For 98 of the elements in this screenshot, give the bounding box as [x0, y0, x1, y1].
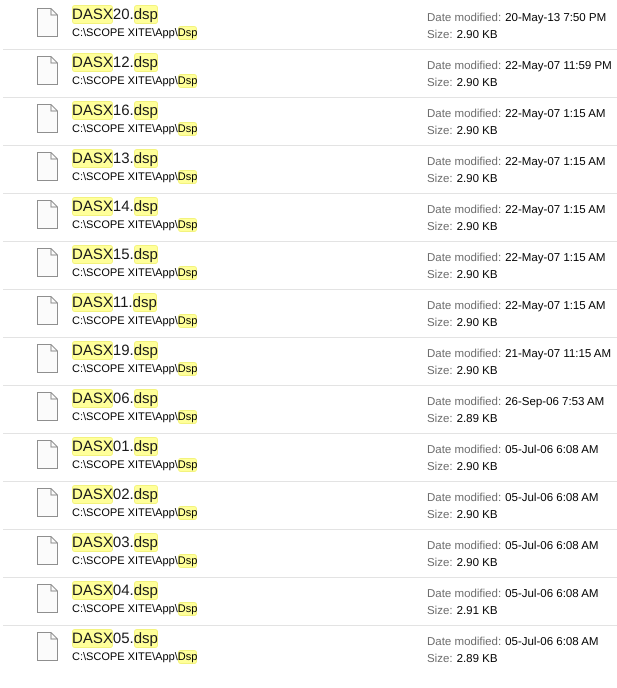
date-modified-value: 21-May-07 11:15 AM	[505, 347, 612, 362]
document-icon	[37, 392, 58, 421]
size-value: 2.90 KB	[456, 172, 498, 187]
size-label: Size:	[427, 412, 453, 427]
file-name: DASX14.dsp	[72, 197, 158, 217]
file-path: C:\SCOPE XITE\App\Dsp	[72, 361, 198, 377]
file-path: C:\SCOPE XITE\App\Dsp	[72, 409, 198, 425]
date-modified-label: Date modified:	[427, 491, 502, 506]
file-path: C:\SCOPE XITE\App\Dsp	[72, 505, 198, 521]
file-path: C:\SCOPE XITE\App\Dsp	[72, 121, 198, 137]
file-name: DASX19.dsp	[72, 341, 158, 361]
size-value: 2.90 KB	[456, 268, 498, 283]
date-modified-value: 05-Jul-06 6:08 AM	[505, 635, 598, 650]
file-name: DASX16.dsp	[72, 101, 158, 121]
document-icon	[37, 56, 58, 85]
date-modified-label: Date modified:	[427, 11, 502, 26]
size-value: 2.90 KB	[456, 76, 498, 91]
file-path: C:\SCOPE XITE\App\Dsp	[72, 457, 198, 473]
file-name: DASX20.dsp	[72, 5, 158, 25]
file-path: C:\SCOPE XITE\App\Dsp	[72, 649, 198, 665]
size-label: Size:	[427, 316, 453, 331]
date-modified-value: 22-May-07 1:15 AM	[505, 251, 606, 266]
file-path: C:\SCOPE XITE\App\Dsp	[72, 553, 198, 569]
file-path: C:\SCOPE XITE\App\Dsp	[72, 169, 198, 185]
size-label: Size:	[427, 172, 453, 187]
file-path: C:\SCOPE XITE\App\Dsp	[72, 73, 198, 89]
date-modified-value: 20-May-13 7:50 PM	[505, 11, 606, 26]
file-path: C:\SCOPE XITE\App\Dsp	[72, 601, 198, 617]
date-modified-value: 22-May-07 1:15 AM	[505, 203, 606, 218]
date-modified-value: 05-Jul-06 6:08 AM	[505, 587, 598, 602]
date-modified-label: Date modified:	[427, 203, 502, 218]
date-modified-label: Date modified:	[427, 299, 502, 314]
size-label: Size:	[427, 28, 453, 43]
size-label: Size:	[427, 604, 453, 619]
size-value: 2.90 KB	[456, 460, 498, 475]
size-value: 2.90 KB	[456, 220, 498, 235]
document-icon	[37, 488, 58, 517]
size-label: Size:	[427, 652, 453, 667]
document-icon	[37, 248, 58, 277]
size-value: 2.90 KB	[456, 508, 498, 523]
date-modified-label: Date modified:	[427, 155, 502, 170]
file-name: DASX15.dsp	[72, 245, 158, 265]
size-label: Size:	[427, 556, 453, 571]
file-name: DASX12.dsp	[72, 53, 158, 73]
file-path: C:\SCOPE XITE\App\Dsp	[72, 25, 198, 41]
date-modified-label: Date modified:	[427, 635, 502, 650]
size-value: 2.91 KB	[456, 604, 498, 619]
size-label: Size:	[427, 364, 453, 379]
size-label: Size:	[427, 508, 453, 523]
document-icon	[37, 104, 58, 133]
date-modified-label: Date modified:	[427, 251, 502, 266]
document-icon	[37, 584, 58, 613]
file-name: DASX03.dsp	[72, 533, 158, 553]
date-modified-label: Date modified:	[427, 395, 502, 410]
date-modified-label: Date modified:	[427, 539, 502, 554]
size-label: Size:	[427, 460, 453, 475]
file-path: C:\SCOPE XITE\App\Dsp	[72, 313, 198, 329]
size-label: Size:	[427, 268, 453, 283]
file-path: C:\SCOPE XITE\App\Dsp	[72, 265, 198, 281]
document-icon	[37, 344, 58, 373]
file-name: DASX06.dsp	[72, 389, 158, 409]
date-modified-value: 05-Jul-06 6:08 AM	[505, 491, 598, 506]
size-value: 2.90 KB	[456, 28, 498, 43]
file-name: DASX01.dsp	[72, 437, 158, 457]
file-name: DASX04.dsp	[72, 581, 158, 601]
date-modified-label: Date modified:	[427, 59, 502, 74]
file-name: DASX11.dsp	[72, 293, 157, 313]
document-icon	[37, 440, 58, 469]
size-value: 2.90 KB	[456, 316, 498, 331]
date-modified-value: 22-May-07 1:15 AM	[505, 107, 606, 122]
size-label: Size:	[427, 220, 453, 235]
size-value: 2.90 KB	[456, 556, 498, 571]
file-name: DASX05.dsp	[72, 629, 158, 649]
date-modified-label: Date modified:	[427, 587, 502, 602]
document-icon	[37, 8, 58, 37]
date-modified-label: Date modified:	[427, 347, 502, 362]
document-icon	[37, 536, 58, 565]
date-modified-value: 05-Jul-06 6:08 AM	[505, 539, 598, 554]
document-icon	[37, 152, 58, 181]
date-modified-label: Date modified:	[427, 107, 502, 122]
size-value: 2.90 KB	[456, 124, 498, 139]
size-value: 2.89 KB	[456, 412, 498, 427]
date-modified-label: Date modified:	[427, 443, 502, 458]
document-icon	[37, 632, 58, 661]
size-label: Size:	[427, 124, 453, 139]
size-label: Size:	[427, 76, 453, 91]
date-modified-value: 22-May-07 1:15 AM	[505, 155, 606, 170]
date-modified-value: 05-Jul-06 6:08 AM	[505, 443, 598, 458]
date-modified-value: 22-May-07 11:59 PM	[505, 59, 612, 74]
date-modified-value: 22-May-07 1:15 AM	[505, 299, 606, 314]
file-path: C:\SCOPE XITE\App\Dsp	[72, 217, 198, 233]
file-name: DASX13.dsp	[72, 149, 158, 169]
date-modified-value: 26-Sep-06 7:53 AM	[505, 395, 604, 410]
size-value: 2.89 KB	[456, 652, 498, 667]
file-name: DASX02.dsp	[72, 485, 158, 505]
size-value: 2.90 KB	[456, 364, 498, 379]
document-icon	[37, 200, 58, 229]
document-icon	[37, 296, 58, 325]
